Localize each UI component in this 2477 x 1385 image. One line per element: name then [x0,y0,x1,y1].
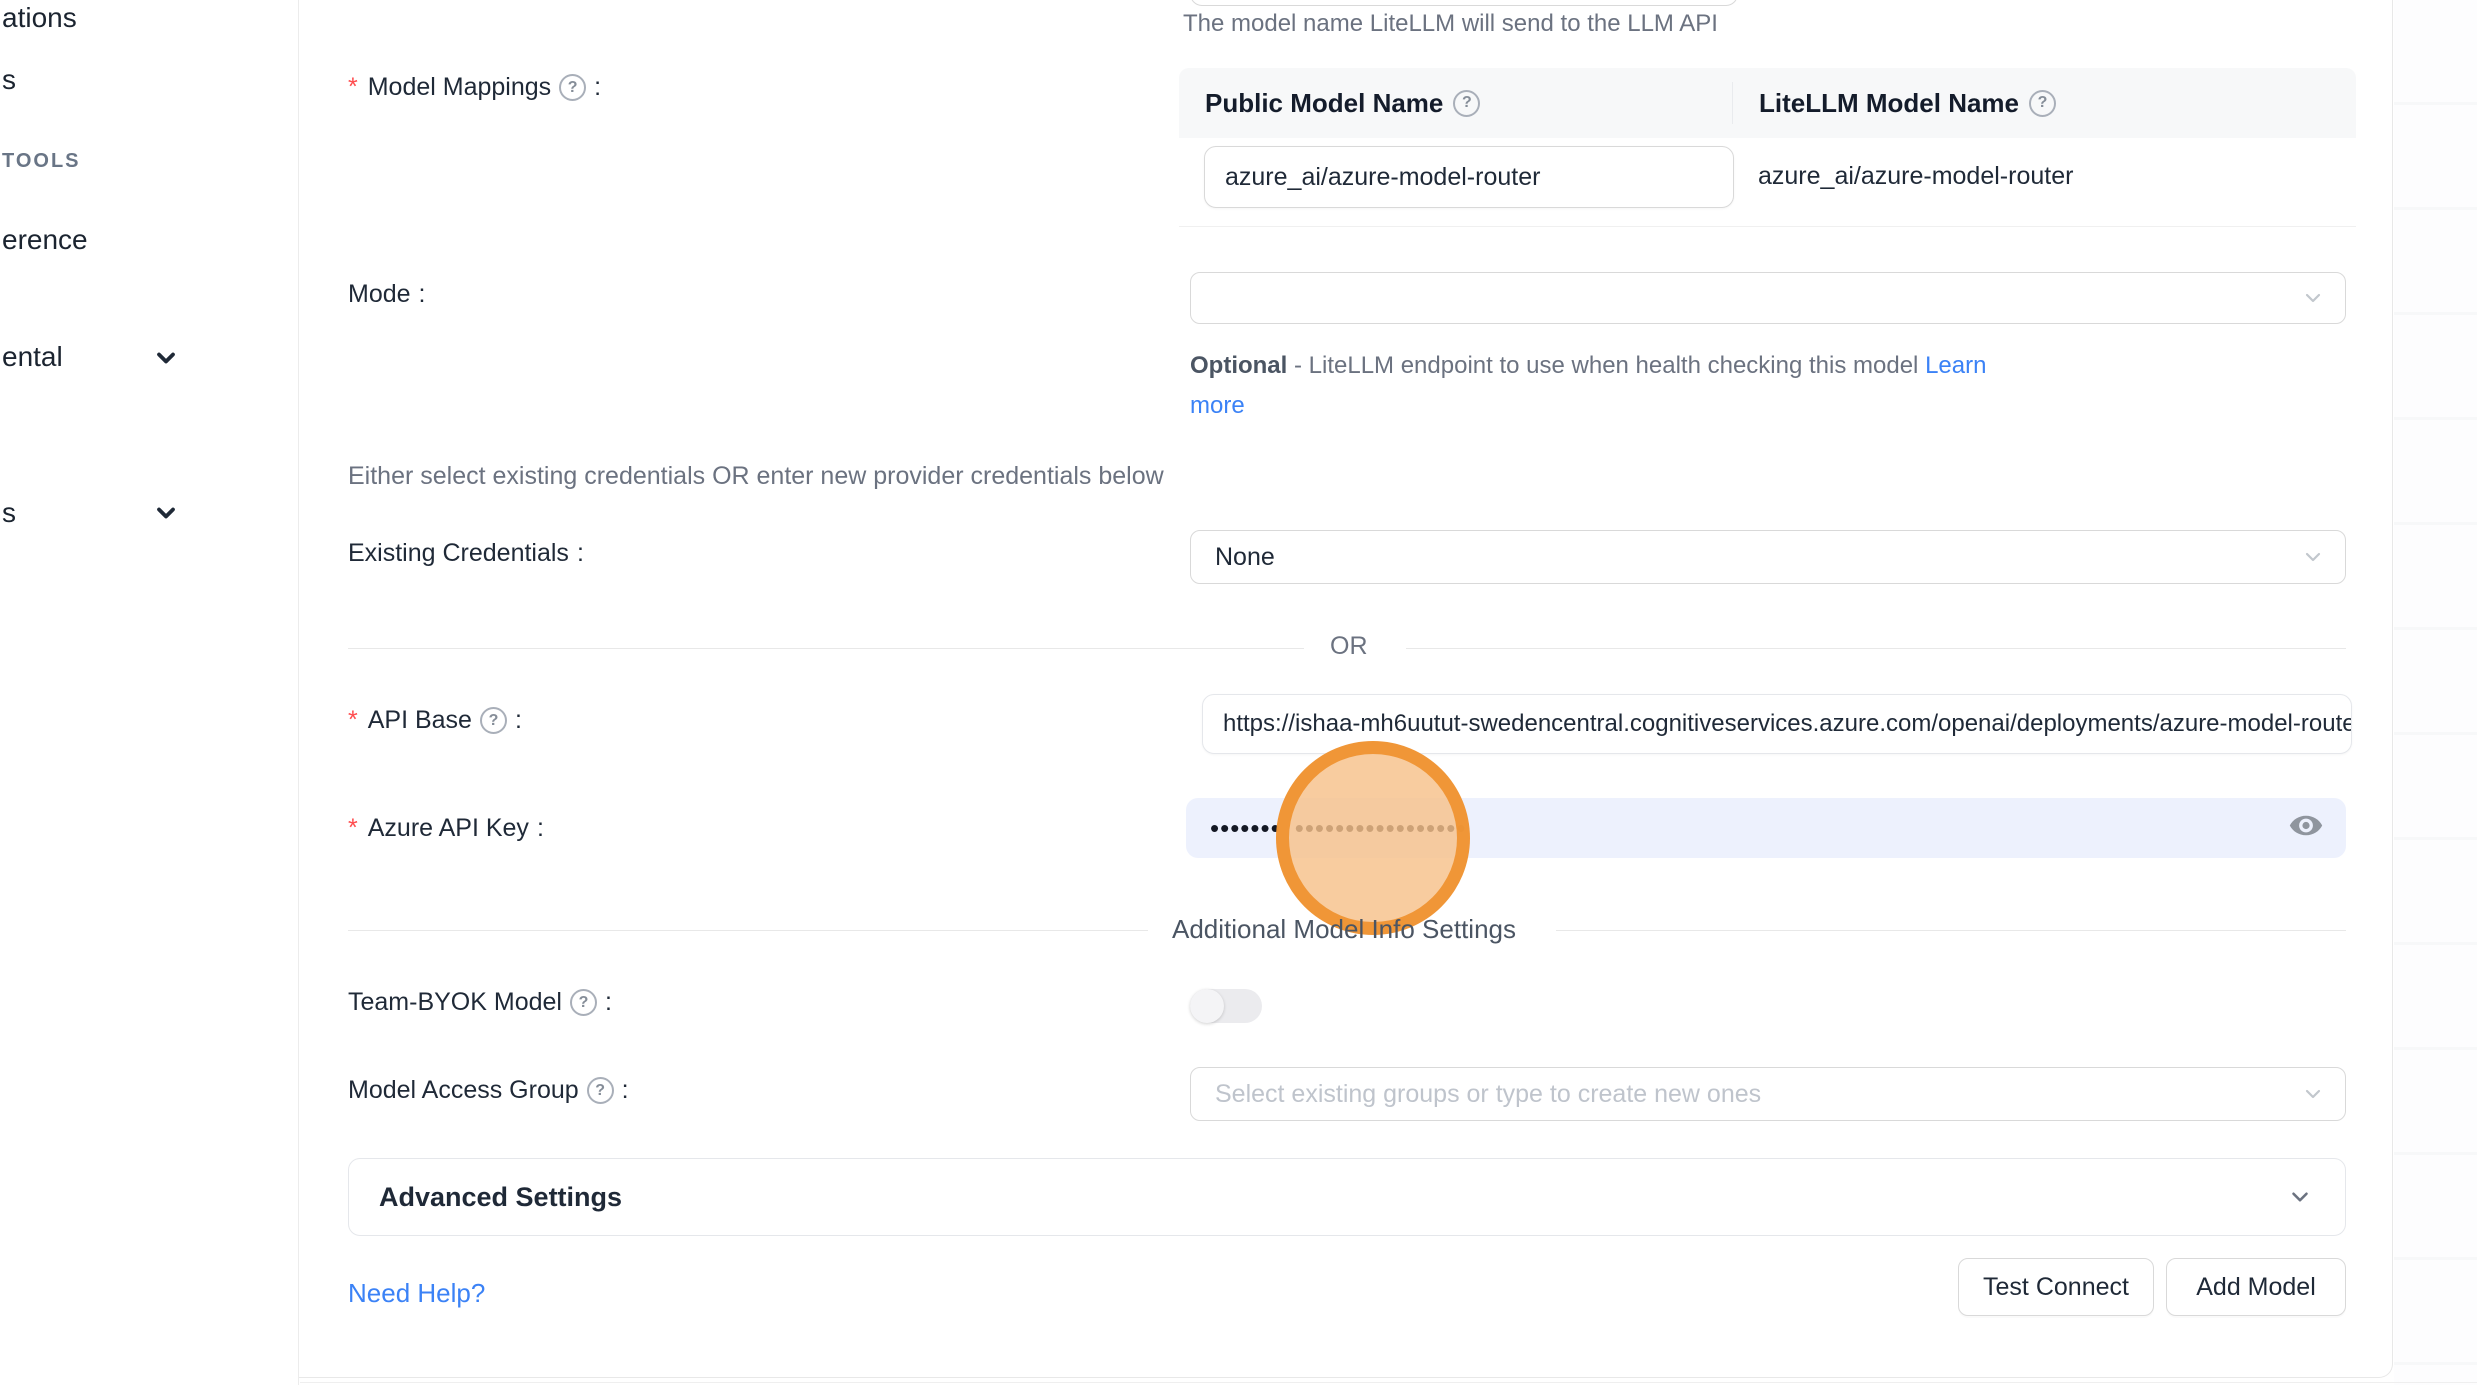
required-asterisk: * [348,706,358,735]
help-icon[interactable]: ? [1453,90,1480,117]
required-asterisk: * [348,73,358,102]
chevron-down-icon [152,344,180,372]
divider [1406,648,2346,649]
team-byok-label: Team-BYOK Model ? : [348,988,612,1017]
divider [348,930,1148,931]
additional-settings-divider-text: Additional Model Info Settings [1172,914,1516,945]
credentials-note: Either select existing credentials OR en… [348,462,1164,491]
add-model-button[interactable]: Add Model [2166,1258,2346,1316]
chevron-down-icon [2301,545,2325,569]
masked-password-dots: ••••••• [1210,815,1281,841]
litellm-model-name-value: azure_ai/azure-model-router [1758,162,2073,191]
sidebar-item-ations[interactable]: ations [2,2,77,34]
learn-more-link[interactable]: more [1190,392,1245,419]
advanced-settings-title: Advanced Settings [379,1182,622,1213]
divider [348,648,1304,649]
toggle-knob [1190,989,1224,1023]
help-icon[interactable]: ? [2029,90,2056,117]
help-icon[interactable]: ? [559,74,586,101]
select-placeholder: Select existing groups or type to create… [1215,1080,1761,1109]
chevron-down-icon [2301,1082,2325,1106]
sidebar: ations s TOOLS erence ental s [0,0,299,1385]
mappings-table-header: Public Model Name ? LiteLLM Model Name ? [1179,68,2356,138]
sidebar-item-s1[interactable]: s [2,64,16,96]
model-name-help-text: The model name LiteLLM will send to the … [1183,10,1718,38]
sidebar-item-ental[interactable]: ental [2,341,63,373]
chevron-down-icon [2301,286,2325,310]
learn-more-link[interactable]: Learn [1925,352,1986,379]
chevron-down-icon [152,499,180,527]
help-icon[interactable]: ? [587,1077,614,1104]
need-help-link[interactable]: Need Help? [348,1278,485,1309]
sidebar-item-s2[interactable]: s [2,497,16,529]
azure-api-key-input[interactable]: ••••••• ••••••••••••••••• [1186,798,2346,858]
column-divider [1732,82,1733,124]
api-base-label: * API Base ? : [348,706,522,735]
chevron-down-icon [2287,1184,2313,1210]
required-asterisk: * [348,814,358,843]
column-litellm-model-name: LiteLLM Model Name ? [1759,88,2056,119]
model-mappings-label: * Model Mappings ? : [348,73,601,102]
column-public-model-name: Public Model Name ? [1205,88,1480,119]
divider [300,1382,2477,1383]
model-access-group-select[interactable]: Select existing groups or type to create… [1190,1067,2346,1121]
azure-api-key-label: * Azure API Key : [348,814,544,843]
team-byok-toggle[interactable] [1190,989,1262,1023]
or-divider-text: OR [1330,632,1368,661]
mode-label: Mode : [348,280,426,309]
advanced-settings-header[interactable]: Advanced Settings [348,1158,2346,1236]
divider [1556,930,2346,931]
background-panel [2394,0,2477,1385]
eye-icon[interactable] [2288,808,2324,849]
mode-help-text: Optional - LiteLLM endpoint to use when … [1190,346,1986,426]
masked-password-dots: ••••••••••••••••• [1295,815,1467,841]
model-access-group-label: Model Access Group ? : [348,1076,629,1105]
existing-credentials-select[interactable]: None [1190,530,2346,584]
help-icon[interactable]: ? [480,707,507,734]
api-base-input[interactable]: https://ishaa-mh6uutut-swedencentral.cog… [1202,694,2352,754]
sidebar-item-erence[interactable]: erence [2,224,88,256]
public-model-name-input[interactable]: azure_ai/azure-model-router [1204,146,1734,208]
existing-credentials-label: Existing Credentials : [348,539,584,568]
table-row-divider [1179,226,2356,227]
sidebar-section-tools: TOOLS [2,150,81,173]
model-name-input-partial[interactable] [1190,0,1738,6]
help-icon[interactable]: ? [570,989,597,1016]
test-connect-button[interactable]: Test Connect [1958,1258,2154,1316]
add-model-screen: ations s TOOLS erence ental s The model … [0,0,2477,1385]
mode-select[interactable] [1190,272,2346,324]
